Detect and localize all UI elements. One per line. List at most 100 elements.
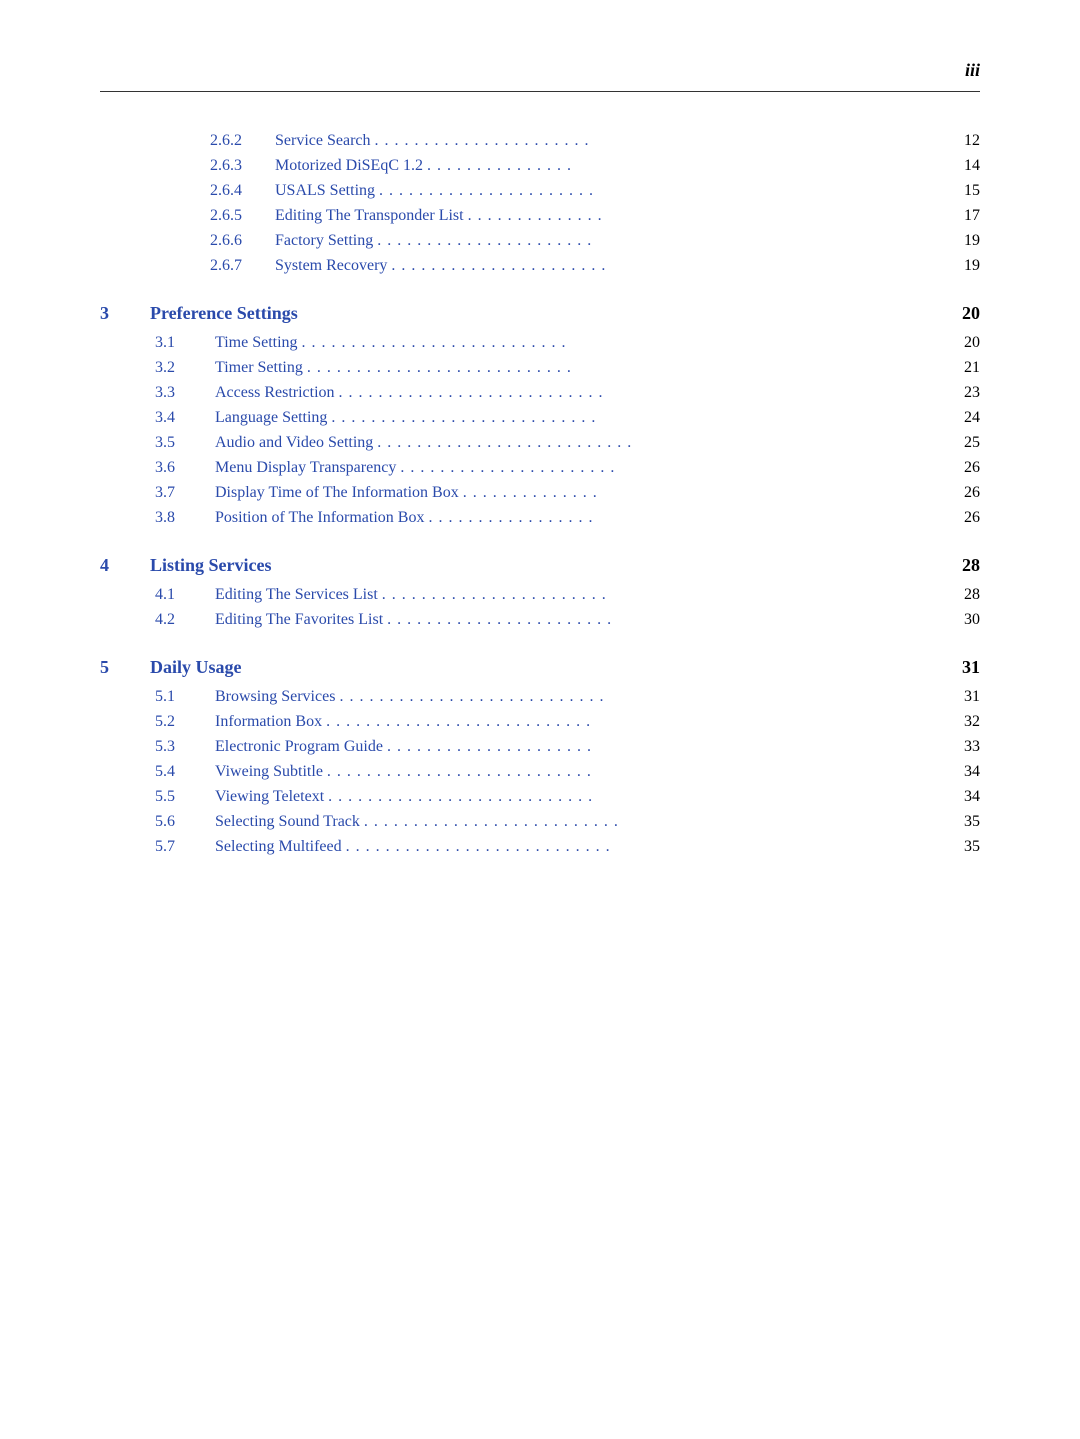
sub2-num: 5.3 xyxy=(155,738,205,756)
sub2-page: 35 xyxy=(950,813,980,831)
sub2-num: 3.1 xyxy=(155,334,205,352)
sub3-num: 2.6.6 xyxy=(210,232,265,250)
sub3-num: 2.6.2 xyxy=(210,132,265,150)
sub2-title: Timer Setting xyxy=(215,359,303,377)
sub2-dots: . . . . . . . . . . . . . . . . . . . . … xyxy=(302,334,946,352)
sub2-page: 24 xyxy=(950,409,980,427)
sub3-dots: . . . . . . . . . . . . . . . . . . . . … xyxy=(391,257,946,275)
page-header: iii xyxy=(100,60,980,92)
section-num: 3 xyxy=(100,303,140,324)
toc-item-2: 2.6.4USALS Setting . . . . . . . . . . .… xyxy=(100,182,980,200)
sub2-title: Electronic Program Guide xyxy=(215,738,383,756)
sub2-dots: . . . . . . . . . . . . . . . . . . . . … xyxy=(339,688,946,706)
sub2-page: 32 xyxy=(950,713,980,731)
sub2-page: 25 xyxy=(950,434,980,452)
sub2-dots: . . . . . . . . . . . . . . . . . . . . … xyxy=(364,813,946,831)
sub3-title: Factory Setting xyxy=(275,232,373,250)
toc-item-15: 4Listing Services28 xyxy=(100,555,980,576)
section-num: 4 xyxy=(100,555,140,576)
sub2-num: 3.5 xyxy=(155,434,205,452)
sub2-dots: . . . . . . . . . . . . . . . . . xyxy=(428,509,946,527)
sub2-dots: . . . . . . . . . . . . . . . . . . . . … xyxy=(331,409,946,427)
sub3-dots: . . . . . . . . . . . . . . . xyxy=(427,157,946,175)
toc-item-20: 5.2Information Box . . . . . . . . . . .… xyxy=(100,713,980,731)
page-number: iii xyxy=(965,60,980,81)
sub2-dots: . . . . . . . . . . . . . . . . . . . . … xyxy=(339,384,946,402)
toc-item-5: 2.6.7System Recovery . . . . . . . . . .… xyxy=(100,257,980,275)
sub2-page: 31 xyxy=(950,688,980,706)
toc-item-23: 5.5 Viewing Teletext . . . . . . . . . . … xyxy=(100,788,980,806)
section-page: 20 xyxy=(945,303,980,324)
sub2-page: 34 xyxy=(950,763,980,781)
sub2-num: 5.5 xyxy=(155,788,205,806)
sub2-num: 3.8 xyxy=(155,509,205,527)
sub3-page: 19 xyxy=(950,257,980,275)
toc-item-19: 5.1 Browsing Services . . . . . . . . . .… xyxy=(100,688,980,706)
sub2-title: Viewing Teletext xyxy=(215,788,324,806)
sub2-dots: . . . . . . . . . . . . . . . . . . . . … xyxy=(326,713,946,731)
sub2-dots: . . . . . . . . . . . . . . . . . . . . … xyxy=(327,763,946,781)
sub2-num: 5.6 xyxy=(155,813,205,831)
sub3-dots: . . . . . . . . . . . . . . . . . . . . … xyxy=(375,132,946,150)
sub2-num: 3.3 xyxy=(155,384,205,402)
toc-item-21: 5.3 Electronic Program Guide . . . . . . … xyxy=(100,738,980,756)
sub2-title: Editing The Favorites List xyxy=(215,611,383,629)
sub3-num: 2.6.4 xyxy=(210,182,265,200)
section-title: Listing Services xyxy=(150,555,945,576)
toc-item-4: 2.6.6Factory Setting . . . . . . . . . .… xyxy=(100,232,980,250)
sub2-num: 5.2 xyxy=(155,713,205,731)
toc-item-0: 2.6.2Service Search . . . . . . . . . . … xyxy=(100,132,980,150)
section-title: Daily Usage xyxy=(150,657,945,678)
sub3-num: 2.6.3 xyxy=(210,157,265,175)
sub3-page: 14 xyxy=(950,157,980,175)
section-title: Preference Settings xyxy=(150,303,945,324)
toc-item-24: 5.6 Selecting Sound Track . . . . . . . .… xyxy=(100,813,980,831)
sub2-num: 5.1 xyxy=(155,688,205,706)
toc-item-6: 3 Preference Settings20 xyxy=(100,303,980,324)
sub2-num: 4.1 xyxy=(155,586,205,604)
sub2-dots: . . . . . . . . . . . . . . . . . . . . … xyxy=(382,586,946,604)
toc-item-12: 3.6 Menu Display Transparency . . . . . .… xyxy=(100,459,980,477)
sub3-page: 15 xyxy=(950,182,980,200)
sub2-page: 26 xyxy=(950,459,980,477)
sub2-dots: . . . . . . . . . . . . . . . . . . . . … xyxy=(387,738,946,756)
sub2-title: Time Setting xyxy=(215,334,298,352)
sub2-page: 34 xyxy=(950,788,980,806)
toc-item-22: 5.4Viweing Subtitle . . . . . . . . . . … xyxy=(100,763,980,781)
sub2-page: 30 xyxy=(950,611,980,629)
sub2-num: 3.6 xyxy=(155,459,205,477)
sub2-title: Viweing Subtitle xyxy=(215,763,323,781)
sub3-num: 2.6.7 xyxy=(210,257,265,275)
sub2-page: 23 xyxy=(950,384,980,402)
sub2-title: Access Restriction xyxy=(215,384,335,402)
sub3-dots: . . . . . . . . . . . . . . . . . . . . … xyxy=(379,182,946,200)
sub2-num: 4.2 xyxy=(155,611,205,629)
sub2-dots: . . . . . . . . . . . . . . . . . . . . … xyxy=(328,788,946,806)
sub3-title: Motorized DiSEqC 1.2 xyxy=(275,157,423,175)
sub2-title: Position of The Information Box xyxy=(215,509,424,527)
sub2-title: Editing The Services List xyxy=(215,586,378,604)
sub2-title: Language Setting xyxy=(215,409,327,427)
toc-item-13: 3.7Display Time of The Information Box .… xyxy=(100,484,980,502)
sub2-page: 33 xyxy=(950,738,980,756)
sub2-dots: . . . . . . . . . . . . . . . . . . . . … xyxy=(387,611,946,629)
sub2-dots: . . . . . . . . . . . . . . . . . . . . … xyxy=(346,838,946,856)
sub2-page: 26 xyxy=(950,484,980,502)
toc-item-9: 3.3 Access Restriction . . . . . . . . . … xyxy=(100,384,980,402)
sub2-title: Menu Display Transparency xyxy=(215,459,396,477)
sub3-page: 12 xyxy=(950,132,980,150)
sub3-dots: . . . . . . . . . . . . . . xyxy=(468,207,946,225)
sub2-num: 3.2 xyxy=(155,359,205,377)
toc-container: 2.6.2Service Search . . . . . . . . . . … xyxy=(100,132,980,856)
sub2-title: Selecting Sound Track xyxy=(215,813,360,831)
sub2-title: Browsing Services xyxy=(215,688,335,706)
toc-item-10: 3.4Language Setting . . . . . . . . . . … xyxy=(100,409,980,427)
sub3-page: 19 xyxy=(950,232,980,250)
section-page: 31 xyxy=(945,657,980,678)
sub2-page: 21 xyxy=(950,359,980,377)
sub2-title: Selecting Multifeed xyxy=(215,838,342,856)
sub2-dots: . . . . . . . . . . . . . . . . . . . . … xyxy=(400,459,946,477)
sub2-num: 5.7 xyxy=(155,838,205,856)
sub2-dots: . . . . . . . . . . . . . . xyxy=(463,484,946,502)
sub2-title: Audio and Video Setting xyxy=(215,434,373,452)
